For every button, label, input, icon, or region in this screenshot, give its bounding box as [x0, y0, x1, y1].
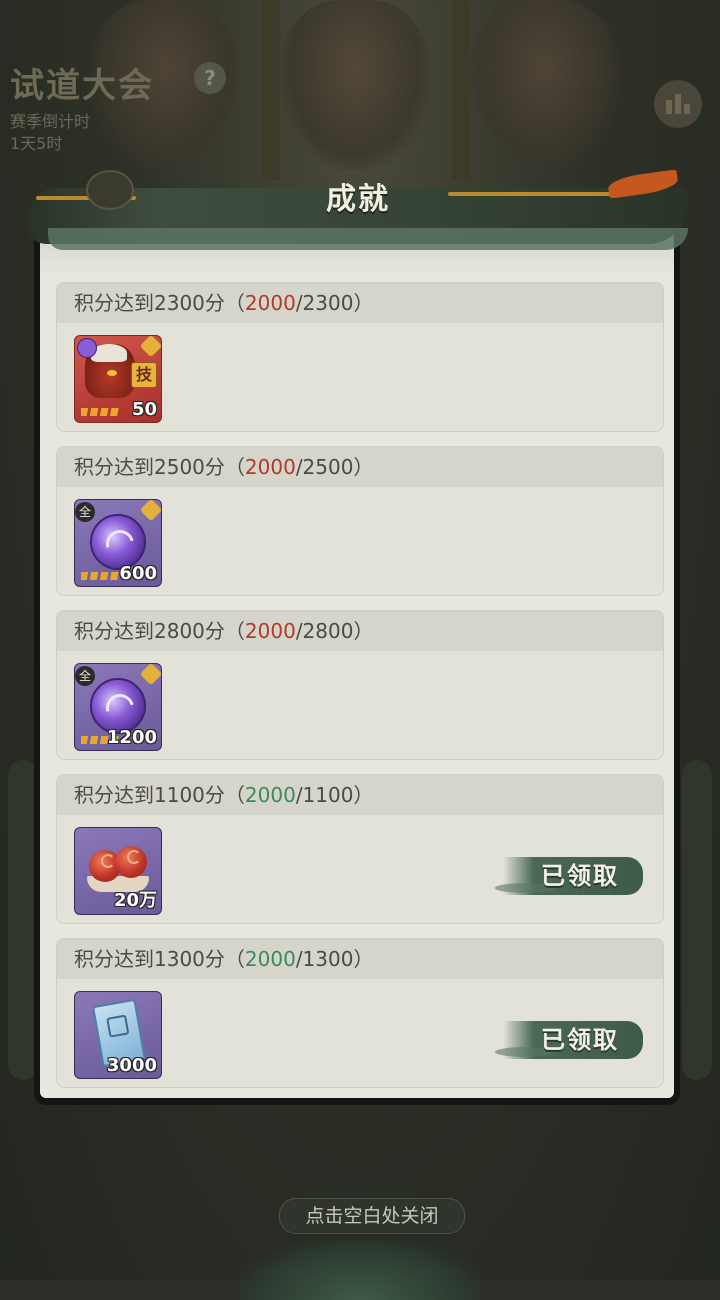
achievements-panel: 成就 积分达到2300分（2000/2300） 技 50 积分达到2500分（2…	[28, 169, 688, 1105]
all-badge: 全	[75, 666, 95, 686]
achievement-row: 积分达到2500分（2000/2500） 全 600	[56, 446, 664, 596]
rarity-stripes	[81, 408, 119, 416]
skill-badge: 技	[131, 362, 157, 388]
current-score: 2000	[244, 783, 296, 807]
character-badge-icon	[77, 338, 97, 358]
all-badge: 全	[75, 502, 95, 522]
reward-item-peach[interactable]: 20万	[74, 827, 162, 915]
claimed-button[interactable]: 已领取	[495, 851, 643, 897]
achievement-row: 积分达到1300分（2000/1300） 3000 已领取	[56, 938, 664, 1088]
reward-item-spirit-orb[interactable]: 全 1200	[74, 663, 162, 751]
achievement-row: 积分达到2800分（2000/2800） 全 1200	[56, 610, 664, 760]
panel-title: 成就	[326, 182, 390, 217]
current-score: 2000	[244, 619, 296, 643]
reward-item-character-shard[interactable]: 技 50	[74, 335, 162, 423]
peach-icon	[85, 842, 151, 892]
achievement-condition: 积分达到1300分（2000/1300）	[57, 939, 663, 979]
puzzle-piece-icon	[139, 500, 161, 522]
help-icon[interactable]: ?	[194, 62, 226, 94]
panel-header: 成就	[28, 169, 688, 260]
season-countdown-value: 1天5时	[10, 134, 63, 153]
claimed-label: 已领取	[541, 862, 619, 890]
ranking-icon[interactable]	[654, 80, 702, 128]
pillar	[452, 0, 470, 180]
achievement-condition: 积分达到1100分（2000/1100）	[57, 775, 663, 815]
background-card	[682, 760, 712, 1080]
spirit-orb-icon	[90, 678, 146, 734]
reward-quantity: 600	[119, 563, 157, 584]
reward-quantity: 3000	[106, 1055, 157, 1076]
current-score: 2000	[244, 455, 296, 479]
close-hint[interactable]: 点击空白处关闭	[279, 1198, 465, 1234]
reward-item-spirit-orb[interactable]: 全 600	[74, 499, 162, 587]
spirit-orb-icon	[90, 514, 146, 570]
cloud-decoration	[240, 1240, 480, 1300]
claimed-label: 已领取	[541, 1026, 619, 1054]
achievement-row: 积分达到1100分（2000/1100） 20万 已领取	[56, 774, 664, 924]
season-countdown-label: 赛季倒计时	[10, 112, 91, 131]
achievement-condition: 积分达到2300分（2000/2300）	[57, 283, 663, 323]
current-score: 2000	[244, 291, 296, 315]
achievement-list: 积分达到2300分（2000/2300） 技 50 积分达到2500分（2000…	[56, 282, 664, 1102]
event-title: 试道大会	[10, 66, 154, 106]
claimed-button[interactable]: 已领取	[495, 1015, 643, 1061]
current-score: 2000	[244, 947, 296, 971]
reward-quantity: 1200	[106, 727, 157, 748]
rarity-stripes	[81, 572, 119, 580]
pillar	[262, 0, 280, 180]
achievement-condition: 积分达到2500分（2000/2500）	[57, 447, 663, 487]
guardian-statue	[280, 0, 430, 170]
guardian-statue	[470, 0, 620, 170]
achievement-row: 积分达到2300分（2000/2300） 技 50	[56, 282, 664, 432]
reward-item-jade-token[interactable]: 3000	[74, 991, 162, 1079]
puzzle-piece-icon	[139, 664, 161, 686]
reward-quantity: 20万	[113, 890, 157, 911]
reward-quantity: 50	[131, 399, 157, 420]
achievement-condition: 积分达到2800分（2000/2800）	[57, 611, 663, 651]
puzzle-piece-icon	[139, 336, 161, 358]
